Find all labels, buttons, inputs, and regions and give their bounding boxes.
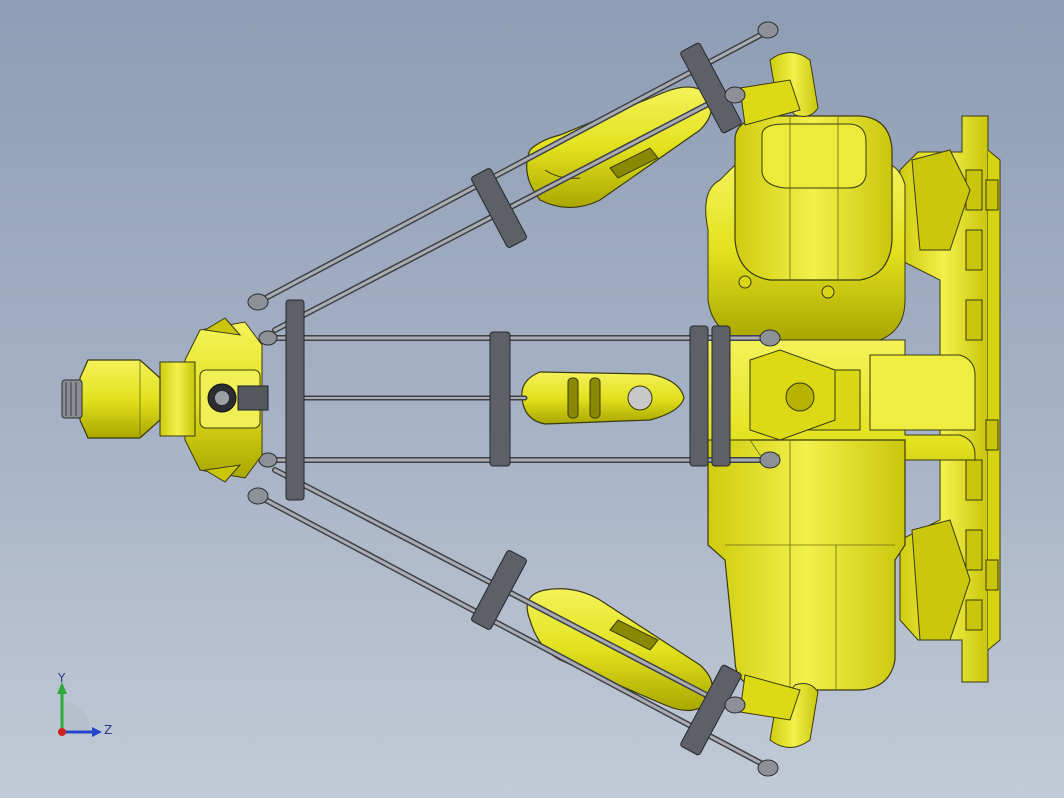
motor-housing-bottom[interactable] [707,439,906,691]
moving-platform[interactable] [184,317,269,483]
z-axis-arrowhead [92,727,102,737]
tool-flange[interactable] [61,359,196,439]
delta-robot-model[interactable] [0,0,1064,798]
x-axis-origin-dot [58,728,66,736]
z-axis-label: Z [104,723,112,737]
coordinate-triad: Y Z [57,672,112,737]
triad-arc [62,702,90,730]
cad-viewport[interactable]: Y Z [0,0,1064,798]
motor-housing-top[interactable] [705,115,906,341]
y-axis-label: Y [57,672,66,685]
upper-arm-center[interactable] [521,349,836,441]
